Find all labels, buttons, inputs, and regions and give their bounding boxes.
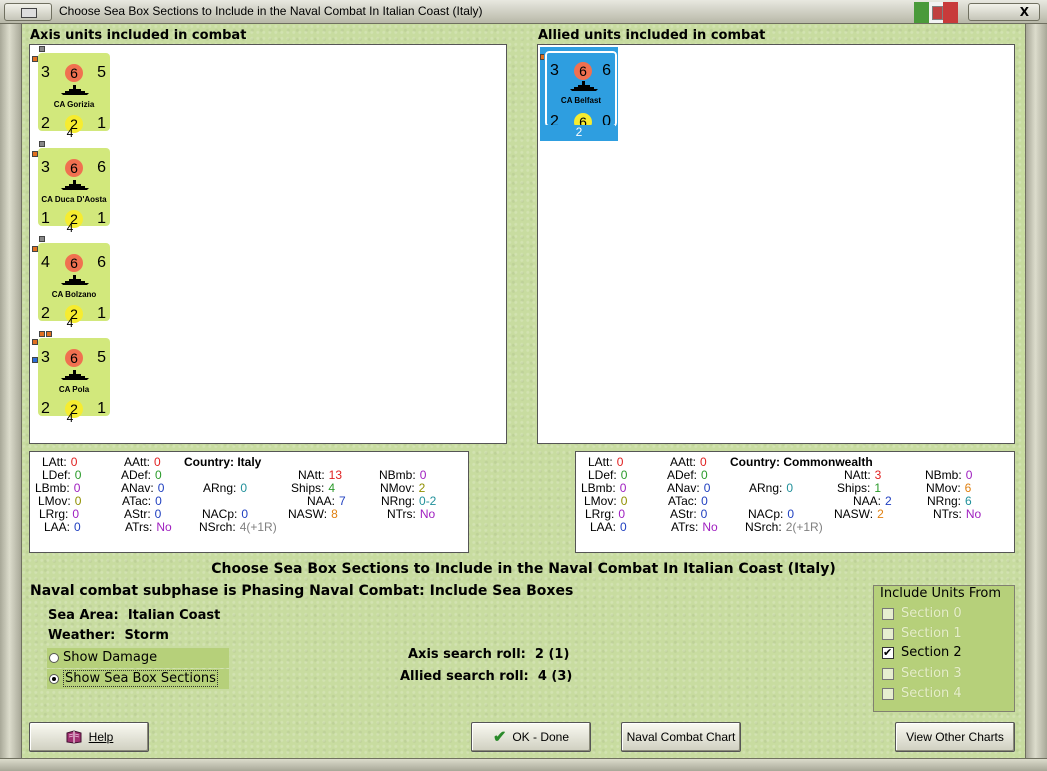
counter-value: 5 (97, 349, 106, 366)
counter-value: 3 (41, 349, 50, 366)
main-heading: Choose Sea Box Sections to Include in th… (211, 561, 836, 577)
counter-value: 4 (41, 254, 50, 271)
attack-value: 6 (65, 64, 83, 82)
unit-counter[interactable]: 3 6 6 CA Duca D'Aosta 1 2 1 (38, 148, 110, 228)
help-button[interactable]: Help (29, 722, 149, 752)
status-marker-icon (39, 141, 45, 147)
counter-value: 6 (97, 254, 106, 271)
allied-stats-panel: LAtt: 0 LDef: 0 LBmb: 0 LMov: 0 LRrg: 0 LAA: 0… (575, 451, 1015, 553)
counter-value: 3 (550, 62, 559, 79)
axis-search-roll: Axis search roll: 2 (1) (408, 647, 570, 662)
cruiser-icon (61, 180, 89, 190)
status-marker-icon (39, 46, 45, 52)
unit-strength: 4 (66, 316, 74, 330)
counter-value: 3 (41, 159, 50, 176)
italy-flag-icon (914, 2, 959, 23)
window-menu-button[interactable] (4, 3, 52, 21)
allied-units-heading: Allied units included in combat (538, 28, 766, 43)
unit-name: CA Gorizia (53, 100, 95, 109)
unit-name: CA Belfast (560, 96, 602, 105)
unit-counter[interactable]: 3 6 5 CA Gorizia 2 2 1 (38, 53, 110, 133)
checkmark-icon: ✔ (492, 729, 507, 746)
status-marker-icon (39, 236, 45, 242)
section-2-checkbox[interactable]: Section 2 (882, 646, 962, 660)
subphase-text: Naval combat subphase is Phasing Naval C… (30, 583, 574, 599)
window-title: Choose Sea Box Sections to Include in th… (59, 4, 483, 18)
axis-units-panel[interactable]: 3 6 5 CA Gorizia 2 2 1 4 3 6 6 CA Duca D… (29, 44, 507, 444)
counter-value: 3 (41, 64, 50, 81)
show-damage-option[interactable]: Show Damage (47, 648, 229, 668)
counter-value: 5 (97, 64, 106, 81)
unit-name: CA Pola (58, 385, 90, 394)
attack-value: 6 (65, 254, 83, 272)
unit-strength: 4 (66, 411, 74, 425)
attack-value: 6 (574, 62, 592, 80)
ok-done-button[interactable]: ✔ OK - Done (471, 722, 591, 752)
show-sea-box-sections-option[interactable]: Show Sea Box Sections (47, 669, 229, 689)
window-bottom-edge[interactable] (0, 758, 1047, 771)
cruiser-icon (570, 81, 598, 91)
counter-value: 6 (97, 159, 106, 176)
unit-name: CA Bolzano (51, 290, 97, 299)
close-button[interactable]: X (968, 3, 1040, 21)
view-other-charts-button[interactable]: View Other Charts (895, 722, 1015, 752)
unit-strength: 2 (543, 125, 615, 139)
include-units-group: Include Units From Section 0 Section 1 S… (873, 585, 1015, 712)
section-0-checkbox[interactable]: Section 0 (882, 607, 962, 621)
axis-units-heading: Axis units included in combat (30, 28, 247, 43)
radio-button-selected[interactable] (49, 674, 59, 684)
book-icon (66, 730, 82, 744)
radio-button[interactable] (49, 653, 59, 663)
window-left-edge (0, 24, 22, 771)
sea-area-info: Sea Area: Italian Coast (48, 608, 221, 623)
section-1-checkbox[interactable]: Section 1 (882, 627, 962, 641)
allied-search-roll: Allied search roll: 4 (3) (400, 669, 573, 684)
unit-strength: 4 (66, 126, 74, 140)
status-marker-icon (46, 331, 52, 337)
unit-counter[interactable]: 4 6 6 CA Bolzano 2 2 1 (38, 243, 110, 323)
axis-stats-panel: LAtt: 0 LDef: 0 LBmb: 0 LMov: 0 LRrg: 0 LAA: 0… (29, 451, 469, 553)
cruiser-icon (61, 275, 89, 285)
status-marker-icon (39, 331, 45, 337)
attack-value: 6 (65, 349, 83, 367)
title-bar[interactable]: Choose Sea Box Sections to Include in th… (0, 0, 1047, 24)
include-units-title: Include Units From (880, 586, 1002, 601)
cruiser-icon (61, 370, 89, 380)
weather-info: Weather: Storm (48, 628, 169, 643)
counter-value: 6 (602, 62, 611, 79)
section-4-checkbox[interactable]: Section 4 (882, 687, 962, 701)
unit-name: CA Duca D'Aosta (41, 195, 107, 204)
unit-counter[interactable]: 3 6 5 CA Pola 2 2 1 (38, 338, 110, 418)
window-right-edge[interactable] (1025, 24, 1047, 771)
attack-value: 6 (65, 159, 83, 177)
cruiser-icon (61, 85, 89, 95)
naval-combat-chart-button[interactable]: Naval Combat Chart (621, 722, 741, 752)
allied-units-panel[interactable]: 3 6 6 CA Belfast 2 6 0 2 (537, 44, 1015, 444)
unit-counter[interactable]: 3 6 6 CA Belfast 2 6 0 (544, 50, 618, 131)
unit-strength: 4 (66, 221, 74, 235)
section-3-checkbox[interactable]: Section 3 (882, 667, 962, 681)
